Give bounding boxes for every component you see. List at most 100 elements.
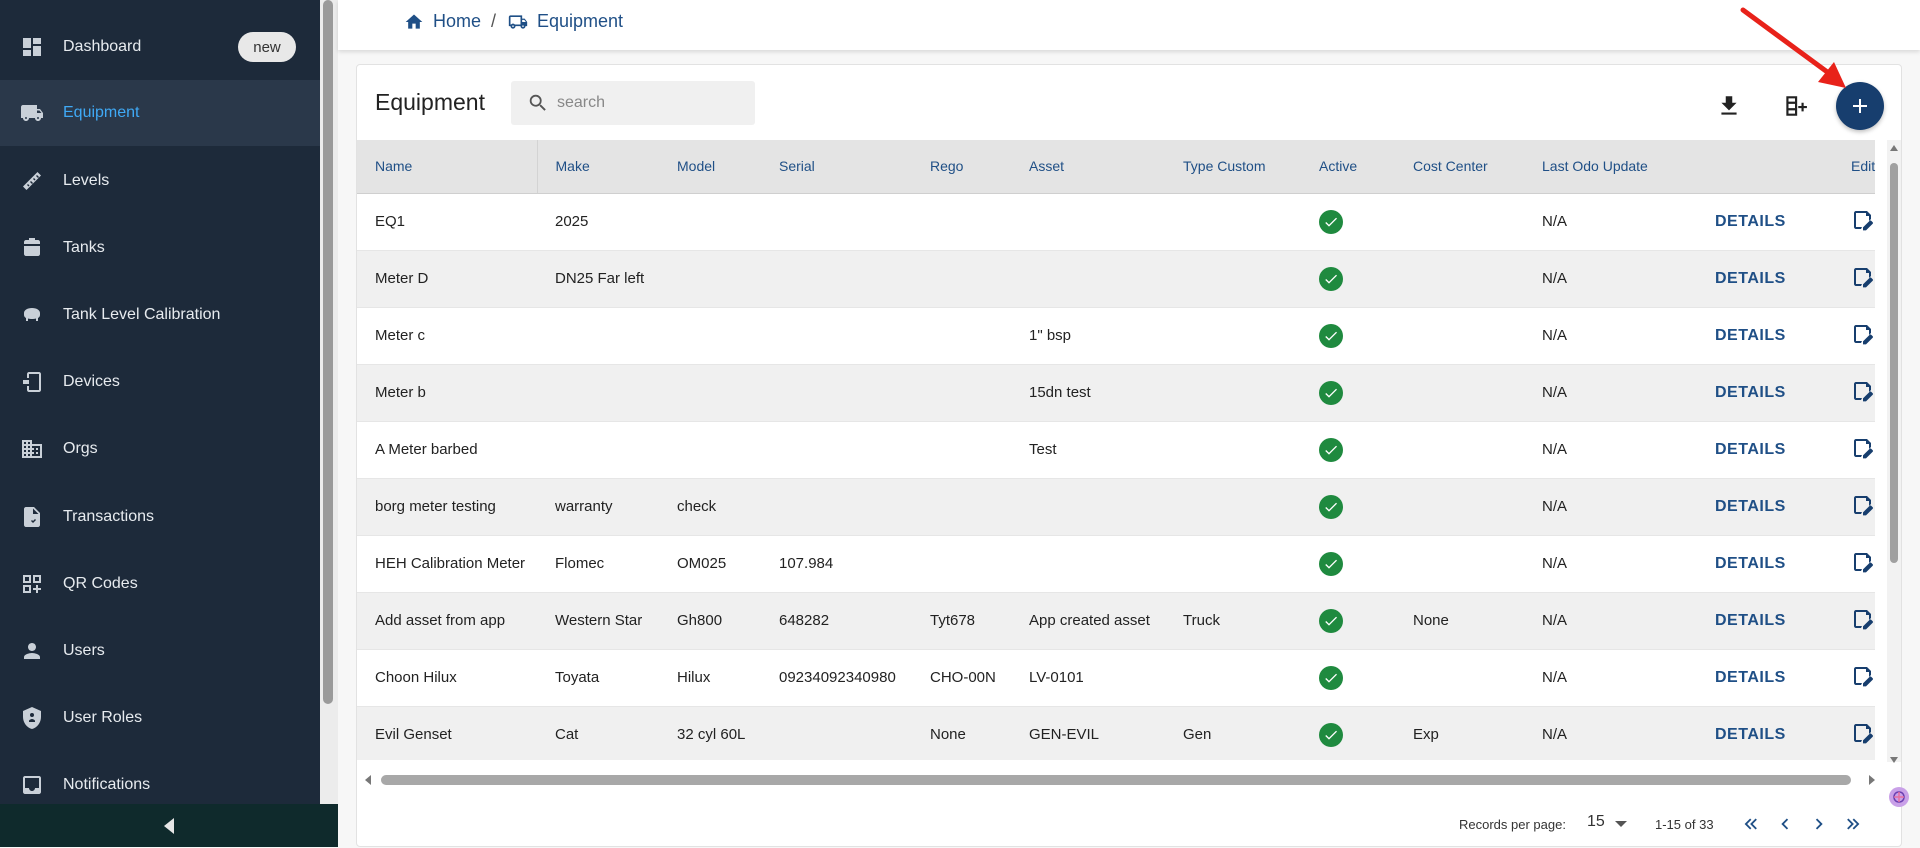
table-row[interactable]: EQ1 2025 N/A DETAILS bbox=[357, 193, 1875, 251]
assistant-icon[interactable] bbox=[1887, 785, 1911, 809]
horizontal-scrollbar[interactable] bbox=[381, 775, 1851, 785]
edit-button[interactable] bbox=[1851, 210, 1875, 236]
cell-details: DETAILS bbox=[1697, 706, 1833, 760]
scroll-left-icon[interactable] bbox=[365, 775, 371, 785]
table-row[interactable]: Evil Genset Cat 32 cyl 60L None GEN-EVIL Gen E… bbox=[357, 706, 1875, 760]
details-button[interactable]: DETAILS bbox=[1715, 327, 1786, 344]
cell-model: 32 cyl 60L bbox=[659, 706, 761, 760]
breadcrumb-current[interactable]: Equipment bbox=[508, 11, 623, 32]
column-header-type-custom[interactable]: Type Custom bbox=[1165, 140, 1301, 194]
cell-edit bbox=[1833, 421, 1875, 479]
details-button[interactable]: DETAILS bbox=[1715, 726, 1786, 743]
cell-model bbox=[659, 307, 761, 365]
edit-button[interactable] bbox=[1851, 609, 1875, 635]
vertical-scrollbar[interactable] bbox=[1890, 163, 1898, 563]
sidebar-item-equipment[interactable]: Equipment bbox=[0, 80, 320, 146]
details-button[interactable]: DETAILS bbox=[1715, 669, 1786, 686]
column-header-last-odo-update[interactable]: Last Odo Update bbox=[1524, 140, 1697, 194]
scroll-up-icon[interactable] bbox=[1890, 145, 1898, 151]
sidebar-item-users[interactable]: Users bbox=[0, 618, 320, 684]
table-row[interactable]: Add asset from app Western Star Gh800 64828… bbox=[357, 592, 1875, 650]
sidebar-item-label: Levels bbox=[63, 172, 110, 189]
edit-button[interactable] bbox=[1851, 267, 1875, 293]
column-header-name[interactable]: Name bbox=[357, 140, 538, 194]
sidebar-item-levels[interactable]: Levels bbox=[0, 148, 320, 214]
cell-make bbox=[537, 421, 659, 479]
details-button[interactable]: DETAILS bbox=[1715, 441, 1786, 458]
edit-button[interactable] bbox=[1851, 552, 1875, 578]
cell-serial bbox=[761, 250, 912, 308]
edit-button[interactable] bbox=[1851, 666, 1875, 692]
column-header-edit[interactable]: Edit bbox=[1833, 140, 1875, 194]
cell-serial bbox=[761, 421, 912, 479]
details-button[interactable]: DETAILS bbox=[1715, 213, 1786, 230]
details-button[interactable]: DETAILS bbox=[1715, 270, 1786, 287]
sidebar-item-qr-codes[interactable]: QR Codes bbox=[0, 551, 320, 617]
cell-rego: None bbox=[912, 706, 1011, 760]
sidebar-item-transactions[interactable]: Transactions bbox=[0, 484, 320, 550]
edit-icon bbox=[1854, 267, 1873, 287]
edit-button[interactable] bbox=[1851, 495, 1875, 521]
cell-details: DETAILS bbox=[1697, 364, 1833, 422]
details-button[interactable]: DETAILS bbox=[1715, 612, 1786, 629]
breadcrumb-separator: / bbox=[491, 11, 497, 31]
cell-serial bbox=[761, 193, 912, 251]
details-button[interactable]: DETAILS bbox=[1715, 498, 1786, 515]
cell-edit bbox=[1833, 535, 1875, 593]
edit-button[interactable] bbox=[1851, 324, 1875, 350]
table-row[interactable]: borg meter testing warranty check N/A DETAIL… bbox=[357, 478, 1875, 536]
edit-button[interactable] bbox=[1851, 723, 1875, 749]
collapse-sidebar-button[interactable] bbox=[0, 804, 338, 847]
column-header-rego[interactable]: Rego bbox=[912, 140, 1011, 194]
edit-button[interactable] bbox=[1851, 438, 1875, 464]
cell-name: EQ1 bbox=[357, 193, 537, 251]
cell-details: DETAILS bbox=[1697, 592, 1833, 650]
column-header-active[interactable]: Active bbox=[1301, 140, 1395, 194]
sidebar-item-dashboard[interactable]: Dashboard new bbox=[0, 14, 320, 80]
next-page-button[interactable] bbox=[1807, 812, 1831, 836]
caret-down-icon[interactable] bbox=[1615, 821, 1627, 827]
sidebar-item-label: Orgs bbox=[63, 440, 98, 457]
sidebar-item-label: Devices bbox=[63, 373, 120, 390]
sidebar-item-tank-level-calibration[interactable]: Tank Level Calibration bbox=[0, 282, 320, 348]
sidebar-scrollbar[interactable] bbox=[323, 0, 333, 704]
cell-type-custom bbox=[1165, 250, 1301, 308]
cell-last-odo-update: N/A bbox=[1524, 535, 1697, 593]
cell-active bbox=[1301, 706, 1395, 760]
edit-button[interactable] bbox=[1851, 381, 1875, 407]
check-circle-icon bbox=[1319, 209, 1343, 234]
scroll-down-icon[interactable] bbox=[1890, 757, 1898, 763]
details-button[interactable]: DETAILS bbox=[1715, 384, 1786, 401]
last-page-button[interactable] bbox=[1841, 812, 1865, 836]
building-icon bbox=[19, 436, 45, 462]
cell-last-odo-update: N/A bbox=[1524, 364, 1697, 422]
table-row[interactable]: A Meter barbed Test N/A DETAILS bbox=[357, 421, 1875, 479]
sidebar-item-tanks[interactable]: Tanks bbox=[0, 215, 320, 281]
first-page-button[interactable] bbox=[1739, 812, 1763, 836]
column-header-make[interactable]: Make bbox=[537, 140, 659, 194]
column-header-asset[interactable]: Asset bbox=[1011, 140, 1165, 194]
previous-page-button[interactable] bbox=[1773, 812, 1797, 836]
cell-last-odo-update: N/A bbox=[1524, 307, 1697, 365]
sidebar-item-devices[interactable]: Devices bbox=[0, 349, 320, 415]
records-per-page-select[interactable]: 15 bbox=[1587, 813, 1605, 831]
sidebar-item-user-roles[interactable]: User Roles bbox=[0, 685, 320, 751]
column-header-serial[interactable]: Serial bbox=[761, 140, 912, 194]
details-button[interactable]: DETAILS bbox=[1715, 555, 1786, 572]
sidebar-item-orgs[interactable]: Orgs bbox=[0, 416, 320, 482]
column-header-cost-center[interactable]: Cost Center bbox=[1395, 140, 1524, 194]
cell-cost-center bbox=[1395, 250, 1524, 308]
table-row[interactable]: Choon Hilux Toyata Hilux 09234092340980 CHO-… bbox=[357, 649, 1875, 707]
check-circle-icon bbox=[1319, 608, 1343, 633]
search-input[interactable] bbox=[557, 81, 747, 125]
table-row[interactable]: HEH Calibration Meter Flomec OM025 107.984 N… bbox=[357, 535, 1875, 593]
cell-make: Cat bbox=[537, 706, 659, 760]
column-header-model[interactable]: Model bbox=[659, 140, 761, 194]
cell-cost-center: None bbox=[1395, 592, 1524, 650]
scroll-right-icon[interactable] bbox=[1869, 775, 1875, 785]
cell-type-custom bbox=[1165, 421, 1301, 479]
table-row[interactable]: Meter D DN25 Far left N/A DETAILS bbox=[357, 250, 1875, 308]
table-row[interactable]: Meter c 1" bsp N/A DETAILS bbox=[357, 307, 1875, 365]
breadcrumb-home[interactable]: Home bbox=[404, 11, 481, 32]
table-row[interactable]: Meter b 15dn test N/A DETAILS bbox=[357, 364, 1875, 422]
